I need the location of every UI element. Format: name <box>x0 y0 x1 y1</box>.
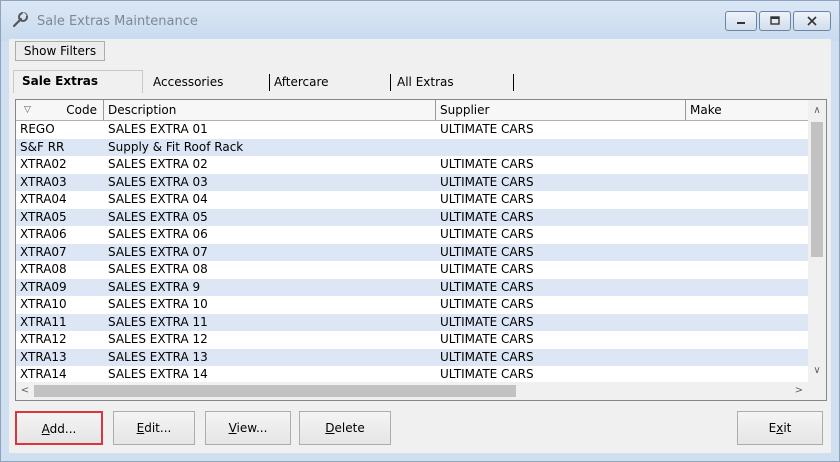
cell-code: XTRA07 <box>20 244 67 259</box>
title-bar[interactable]: Sale Extras Maintenance <box>1 1 839 41</box>
cell-supplier: ULTIMATE CARS <box>440 367 534 381</box>
cell-description: SALES EXTRA 07 <box>108 244 208 259</box>
tab-sale-extras[interactable]: Sale Extras <box>13 70 143 93</box>
cell-code: XTRA04 <box>20 192 67 206</box>
cell-supplier: ULTIMATE CARS <box>440 227 534 241</box>
cell-code: XTRA05 <box>20 209 67 224</box>
table-row[interactable]: S&F RR Supply & Fit Roof Rack <box>16 138 808 156</box>
cell-supplier: ULTIMATE CARS <box>440 332 534 346</box>
cell-supplier: ULTIMATE CARS <box>440 209 534 224</box>
table-row[interactable]: XTRA08 SALES EXTRA 08 ULTIMATE CARS <box>16 261 808 279</box>
table-row[interactable]: XTRA05 SALES EXTRA 05 ULTIMATE CARS <box>16 208 808 226</box>
scroll-down-icon[interactable]: ∨ <box>808 362 826 380</box>
window-title: Sale Extras Maintenance <box>37 14 198 29</box>
cell-code: XTRA08 <box>20 262 67 276</box>
table-row[interactable]: XTRA02 SALES EXTRA 02 ULTIMATE CARS <box>16 156 808 174</box>
exit-button[interactable]: Exit <box>737 411 823 445</box>
cell-supplier: ULTIMATE CARS <box>440 122 534 136</box>
cell-supplier: ULTIMATE CARS <box>440 192 534 206</box>
table-row[interactable]: XTRA11 SALES EXTRA 11 ULTIMATE CARS <box>16 313 808 331</box>
minimize-button[interactable] <box>725 11 757 31</box>
cell-description: SALES EXTRA 02 <box>108 157 208 171</box>
scroll-left-icon[interactable]: < <box>16 382 34 400</box>
client-area: Show Filters Sale Extras Accessories Aft… <box>9 39 831 453</box>
table-row[interactable]: REGO SALES EXTRA 01 ULTIMATE CARS <box>16 121 808 139</box>
table-row[interactable]: XTRA04 SALES EXTRA 04 ULTIMATE CARS <box>16 191 808 209</box>
cell-supplier: ULTIMATE CARS <box>440 297 534 311</box>
cell-description: SALES EXTRA 06 <box>108 227 208 241</box>
add-button[interactable]: Add... <box>15 411 103 445</box>
cell-description: SALES EXTRA 9 <box>108 279 201 294</box>
cell-description: SALES EXTRA 10 <box>108 297 208 311</box>
table-row[interactable]: XTRA03 SALES EXTRA 03 ULTIMATE CARS <box>16 173 808 191</box>
cell-supplier: ULTIMATE CARS <box>440 262 534 276</box>
sale-extras-window: Sale Extras Maintenance Show Filters Sal… <box>0 0 840 462</box>
cell-code: XTRA12 <box>20 332 67 346</box>
scrollbar-corner <box>808 382 826 400</box>
table-row[interactable]: XTRA13 SALES EXTRA 13 ULTIMATE CARS <box>16 348 808 366</box>
cell-code: XTRA03 <box>20 174 67 189</box>
horizontal-scroll-thumb[interactable] <box>34 385 516 397</box>
cell-description: SALES EXTRA 13 <box>108 349 208 364</box>
scroll-right-icon[interactable]: > <box>790 382 808 400</box>
column-header-supplier[interactable]: Supplier <box>436 100 686 120</box>
maximize-button[interactable] <box>759 11 791 31</box>
wrench-icon <box>11 11 29 29</box>
minimize-icon <box>737 22 745 24</box>
cell-code: XTRA14 <box>20 367 67 381</box>
cell-code: REGO <box>20 122 55 136</box>
edit-button[interactable]: Edit... <box>113 411 195 445</box>
view-button[interactable]: View... <box>205 411 291 445</box>
cell-description: SALES EXTRA 01 <box>108 122 208 136</box>
column-header-make[interactable]: Make <box>686 100 808 120</box>
table-row[interactable]: XTRA12 SALES EXTRA 12 ULTIMATE CARS <box>16 331 808 349</box>
cell-supplier: ULTIMATE CARS <box>440 157 534 171</box>
cell-code: XTRA13 <box>20 349 67 364</box>
close-icon <box>807 16 817 26</box>
table-row[interactable]: XTRA07 SALES EXTRA 07 ULTIMATE CARS <box>16 243 808 261</box>
cell-description: SALES EXTRA 11 <box>108 314 208 329</box>
cell-description: SALES EXTRA 12 <box>108 332 208 346</box>
delete-button[interactable]: Delete <box>299 411 391 445</box>
cell-supplier: ULTIMATE CARS <box>440 174 534 189</box>
close-button[interactable] <box>793 11 831 31</box>
column-header-description[interactable]: Description <box>104 100 436 120</box>
maximize-icon <box>770 16 780 25</box>
table-row[interactable]: XTRA06 SALES EXTRA 06 ULTIMATE CARS <box>16 226 808 244</box>
vertical-scrollbar[interactable]: ∧ ∨ <box>808 100 826 382</box>
cell-description: SALES EXTRA 03 <box>108 174 208 189</box>
table-row[interactable]: XTRA10 SALES EXTRA 10 ULTIMATE CARS <box>16 296 808 314</box>
tab-all-extras[interactable]: All Extras <box>389 74 514 91</box>
cell-code: XTRA02 <box>20 157 67 171</box>
sale-extras-grid[interactable]: ▽ Code Description Supplier Make REGO SAL… <box>15 99 827 401</box>
cell-code: XTRA09 <box>20 279 67 294</box>
cell-supplier: ULTIMATE CARS <box>440 349 534 364</box>
cell-description: SALES EXTRA 05 <box>108 209 208 224</box>
cell-code: XTRA06 <box>20 227 67 241</box>
vertical-scroll-thumb[interactable] <box>811 122 823 257</box>
tab-accessories[interactable]: Accessories <box>145 74 270 91</box>
cell-supplier: ULTIMATE CARS <box>440 244 534 259</box>
cell-description: SALES EXTRA 08 <box>108 262 208 276</box>
cell-code: XTRA10 <box>20 297 67 311</box>
horizontal-scrollbar[interactable]: < > <box>16 382 808 400</box>
grid-rows: REGO SALES EXTRA 01 ULTIMATE CARS S&F RR Sup… <box>16 121 808 384</box>
cell-code: S&F RR <box>20 139 65 154</box>
cell-description: Supply & Fit Roof Rack <box>108 139 244 154</box>
cell-description: SALES EXTRA 04 <box>108 192 208 206</box>
cell-supplier: ULTIMATE CARS <box>440 314 534 329</box>
show-filters-button[interactable]: Show Filters <box>15 41 105 61</box>
column-header-code[interactable]: ▽ Code <box>16 100 104 120</box>
button-row: Add... Edit... View... Delete Exit <box>9 399 831 449</box>
scroll-up-icon[interactable]: ∧ <box>808 102 826 120</box>
cell-supplier: ULTIMATE CARS <box>440 279 534 294</box>
cell-code: XTRA11 <box>20 314 67 329</box>
table-row[interactable]: XTRA14 SALES EXTRA 14 ULTIMATE CARS <box>16 366 808 384</box>
sort-indicator-icon: ▽ <box>24 105 31 115</box>
table-row[interactable]: XTRA09 SALES EXTRA 9 ULTIMATE CARS <box>16 278 808 296</box>
grid-header: ▽ Code Description Supplier Make <box>16 100 808 121</box>
tab-aftercare[interactable]: Aftercare <box>266 74 391 91</box>
cell-description: SALES EXTRA 14 <box>108 367 208 381</box>
